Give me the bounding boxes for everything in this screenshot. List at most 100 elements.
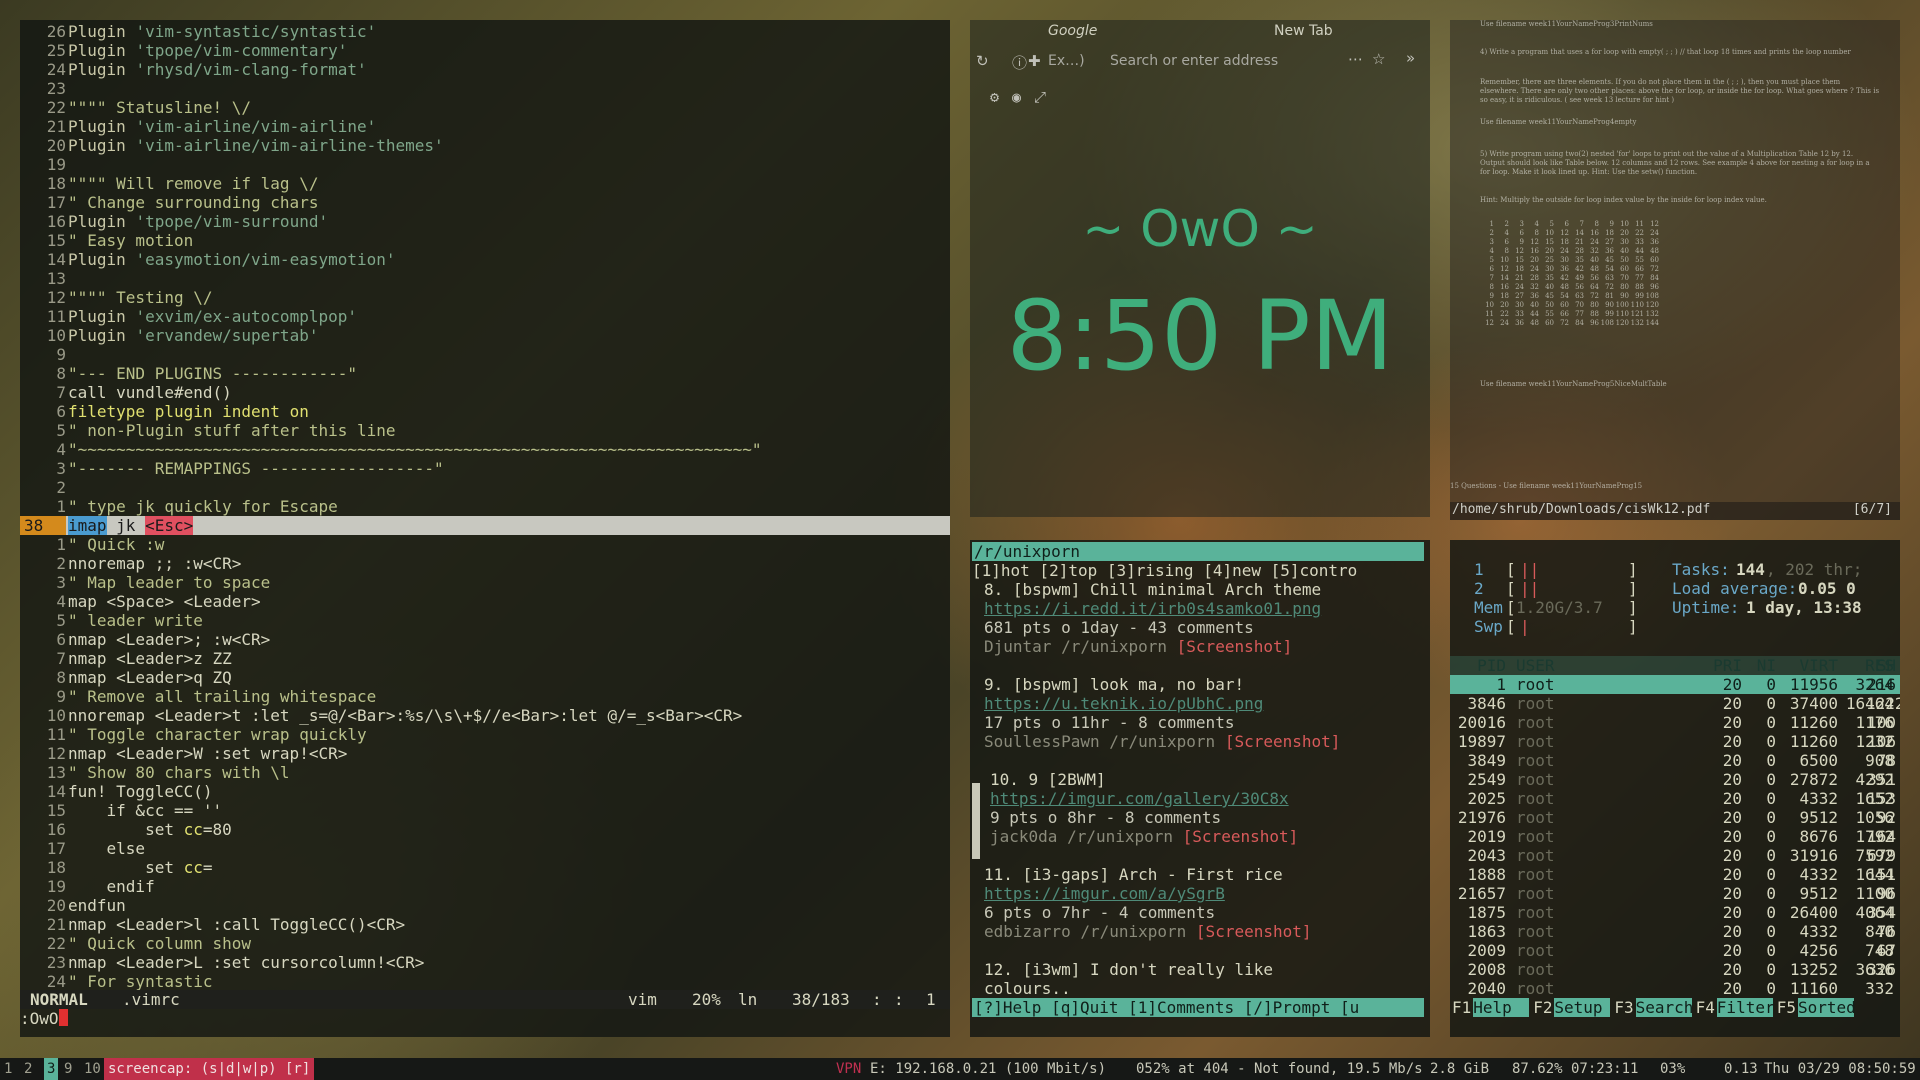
process-row[interactable]: 2019 root 20 0 8676 1792 164: [1450, 827, 1900, 846]
vim-line[interactable]: 12 nmap <Leader>W :set wrap!<CR>: [20, 744, 950, 763]
process-row[interactable]: 2025 root 20 0 4332 1652 153: [1450, 789, 1900, 808]
vim-line[interactable]: 15 " Easy motion: [20, 231, 950, 250]
vim-line[interactable]: 5 " non-Plugin stuff after this line: [20, 421, 950, 440]
vim-line[interactable]: 25 Plugin 'tpope/vim-commentary': [20, 41, 950, 60]
function-search-button[interactable]: Search: [1635, 998, 1693, 1017]
htop-terminal[interactable]: 1 [ || ] 2 [ || ] Mem [ 1.20G/3.7 ] Swp …: [1450, 540, 1900, 1037]
vim-line[interactable]: 21 Plugin 'vim-airline/vim-airline': [20, 117, 950, 136]
browser-window[interactable]: Google New Tab ↻ ⓘ ✚ Ex…) Search or ente…: [970, 20, 1430, 517]
vim-line[interactable]: 7 call vundle#end(): [20, 383, 950, 402]
vim-line[interactable]: 2: [20, 478, 950, 497]
rtv-reddit-terminal[interactable]: /r/unixporn [1]hot [2]top [3]rising [4]n…: [970, 540, 1430, 1037]
vim-line[interactable]: 1 " type jk quickly for Escape: [20, 497, 950, 516]
vim-line[interactable]: 16 Plugin 'tpope/vim-surround': [20, 212, 950, 231]
function-help-button[interactable]: Help: [1473, 998, 1530, 1017]
vim-line[interactable]: 15 if &cc == '': [20, 801, 950, 820]
workspace-1[interactable]: 1: [4, 1058, 12, 1080]
post-link[interactable]: https://imgur.com/a/ySgrB: [984, 884, 1225, 903]
process-row[interactable]: 2043 root 20 0 31916 7592 679: [1450, 846, 1900, 865]
vim-line[interactable]: 10 Plugin 'ervandew/supertab': [20, 326, 950, 345]
workspace-2[interactable]: 2: [24, 1058, 32, 1080]
process-row[interactable]: 1875 root 20 0 26400 4064 354: [1450, 903, 1900, 922]
htop-function-bar[interactable]: F1 Help F2 Setup F3 Search F4 Filter F5 Sorted: [1450, 998, 1900, 1017]
vim-line[interactable]: 23 nmap <Leader>L :set cursorcolumn!<CR>: [20, 953, 950, 972]
process-row[interactable]: 2009 root 20 0 4256 748 67: [1450, 941, 1900, 960]
column-header[interactable]: PID: [1450, 656, 1506, 675]
vim-line[interactable]: 6 filetype plugin indent on: [20, 402, 950, 421]
gear-icon[interactable]: ⚙: [990, 88, 999, 106]
more-icon[interactable]: ⋯: [1348, 50, 1363, 68]
process-row[interactable]: 1 root 20 0 11956 3264 216: [1450, 675, 1900, 694]
function-sorted-button[interactable]: Sorted: [1798, 998, 1856, 1017]
column-header[interactable]: SH: [1866, 656, 1896, 675]
vim-line[interactable]: 7 nmap <Leader>z ZZ: [20, 649, 950, 668]
function-filter-button[interactable]: Filter: [1716, 998, 1775, 1017]
vim-cursor-line[interactable]: 38 imap jk <Esc>: [20, 516, 950, 535]
vim-line[interactable]: 9: [20, 345, 950, 364]
vim-line[interactable]: 11 Plugin 'exvim/ex-autocomplpop': [20, 307, 950, 326]
vim-line[interactable]: 21 nmap <Leader>l :call ToggleCC()<CR>: [20, 915, 950, 934]
bookmark-star-icon[interactable]: ☆: [1372, 50, 1385, 68]
overflow-chevron-icon[interactable]: »: [1406, 49, 1415, 67]
vim-line[interactable]: 18 """" Will remove if lag \/: [20, 174, 950, 193]
vim-line[interactable]: 3 " Map leader to space: [20, 573, 950, 592]
vim-line[interactable]: 12 """" Testing \/: [20, 288, 950, 307]
process-row[interactable]: 1888 root 20 0 4332 1644 151: [1450, 865, 1900, 884]
tab-new-tab[interactable]: New Tab: [1274, 23, 1333, 39]
vim-line[interactable]: 6 nmap <Leader>; :w<CR>: [20, 630, 950, 649]
workspace-9[interactable]: 9: [64, 1058, 72, 1080]
process-row[interactable]: 19897 root 20 0 11260 1232 106: [1450, 732, 1900, 751]
vim-line[interactable]: 14 fun! ToggleCC(): [20, 782, 950, 801]
vim-line[interactable]: 20 Plugin 'vim-airline/vim-airline-themes…: [20, 136, 950, 155]
reload-icon[interactable]: ↻: [976, 52, 989, 70]
vim-line[interactable]: 1 " Quick :w: [20, 535, 950, 554]
vim-line[interactable]: 10 nnoremap <Leader>t :let _s=@/<Bar>:%s/…: [20, 706, 950, 725]
vim-line[interactable]: 20 endfun: [20, 896, 950, 915]
column-header[interactable]: NI: [1750, 656, 1776, 675]
vim-line[interactable]: 4 "~~~~~~~~~~~~~~~~~~~~~~~~~~~~~~~~~~~~~~…: [20, 440, 950, 459]
eye-icon[interactable]: ◉: [1012, 88, 1021, 106]
process-row[interactable]: 2549 root 20 0 27872 4292 351: [1450, 770, 1900, 789]
vim-line[interactable]: 22 " Quick column show: [20, 934, 950, 953]
extension-icon[interactable]: ✚: [1028, 52, 1041, 70]
vim-line[interactable]: 22 """" Statusline! \/: [20, 98, 950, 117]
vim-buffer[interactable]: 26 Plugin 'vim-syntastic/syntastic' 25 Plug…: [20, 22, 950, 991]
vim-line[interactable]: 18 set cc=: [20, 858, 950, 877]
process-row[interactable]: 3846 root 20 0 37400 16464 1222: [1450, 694, 1900, 713]
workspace-10[interactable]: 10: [84, 1058, 101, 1080]
function-setup-button[interactable]: Setup: [1554, 998, 1611, 1017]
post-link[interactable]: https://i.redd.it/irb0s4samko01.png: [984, 599, 1321, 618]
vim-line[interactable]: 8 nmap <Leader>q ZQ: [20, 668, 950, 687]
vim-line[interactable]: 19 endif: [20, 877, 950, 896]
vim-line[interactable]: 26 Plugin 'vim-syntastic/syntastic': [20, 22, 950, 41]
process-row[interactable]: 21976 root 20 0 9512 1056 92: [1450, 808, 1900, 827]
process-table-header[interactable]: PID USER PRI NI VIRT RES SH: [1450, 656, 1900, 675]
vim-line[interactable]: 8 "--- END PLUGINS ------------": [20, 364, 950, 383]
workspace-3[interactable]: 3: [44, 1058, 59, 1080]
vim-command-line[interactable]: :OwO: [20, 1009, 68, 1028]
column-header[interactable]: VIRT: [1780, 656, 1838, 675]
vim-line[interactable]: 3 "------- REMAPPINGS ------------------": [20, 459, 950, 478]
vim-line[interactable]: 5 " leader write: [20, 611, 950, 630]
process-row[interactable]: 2040 root 20 0 11160 332: [1450, 979, 1900, 998]
process-row[interactable]: 1863 root 20 0 4332 840 76: [1450, 922, 1900, 941]
tab-google[interactable]: Google: [1048, 23, 1097, 39]
process-row[interactable]: 3849 root 20 0 6500 908 78: [1450, 751, 1900, 770]
vim-line[interactable]: 24 Plugin 'rhysd/vim-clang-format': [20, 60, 950, 79]
vim-line[interactable]: 17 else: [20, 839, 950, 858]
vim-terminal[interactable]: 26 Plugin 'vim-syntastic/syntastic' 25 Plug…: [20, 20, 950, 1037]
post-link[interactable]: https://imgur.com/gallery/30C8x: [990, 789, 1289, 808]
column-header[interactable]: PRI: [1712, 656, 1742, 675]
address-input[interactable]: Search or enter address: [1110, 53, 1278, 69]
pdf-viewer[interactable]: Use filename week11YourNameProg3PrintNum…: [1450, 20, 1900, 520]
url-bar[interactable]: ↻ ⓘ ✚ Ex…) Search or enter address ⋯ ☆ »: [970, 46, 1430, 76]
vim-line[interactable]: 24 " For syntastic: [20, 972, 950, 991]
process-row[interactable]: 2008 root 20 0 13252 3636 326: [1450, 960, 1900, 979]
vim-line[interactable]: 9 " Remove all trailing whitespace: [20, 687, 950, 706]
column-header[interactable]: USER: [1516, 656, 1596, 675]
vim-line[interactable]: 19: [20, 155, 950, 174]
expand-icon[interactable]: ⤢: [1034, 88, 1046, 106]
vim-line[interactable]: 4 map <Space> <Leader>: [20, 592, 950, 611]
process-row[interactable]: 21657 root 20 0 9512 1100 96: [1450, 884, 1900, 903]
vim-line[interactable]: 2 nnoremap ;; :w<CR>: [20, 554, 950, 573]
